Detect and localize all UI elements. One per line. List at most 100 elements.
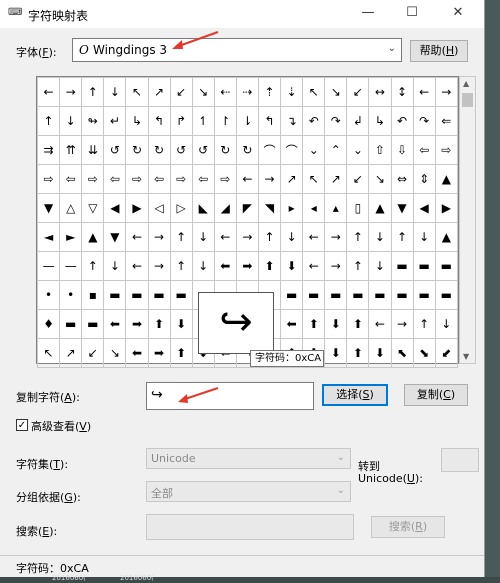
- character-cell[interactable]: ⇂: [235, 106, 259, 136]
- character-cell[interactable]: ↑: [81, 77, 105, 107]
- character-cell[interactable]: ↻: [213, 135, 237, 165]
- character-cell[interactable]: ↬: [81, 106, 105, 136]
- character-cell[interactable]: ▴: [324, 193, 348, 223]
- character-cell[interactable]: •: [36, 280, 61, 310]
- character-cell[interactable]: ↔: [368, 77, 392, 107]
- character-cell[interactable]: ▶: [125, 193, 149, 223]
- character-cell[interactable]: ▶: [434, 193, 459, 223]
- character-cell[interactable]: →: [434, 77, 459, 107]
- character-cell[interactable]: ⇢: [235, 77, 259, 107]
- character-cell[interactable]: ▬: [346, 280, 370, 310]
- character-cell[interactable]: ▬: [280, 280, 304, 310]
- character-cell[interactable]: ⇕: [412, 164, 436, 194]
- character-cell[interactable]: ▬: [125, 280, 149, 310]
- character-cell[interactable]: ▲: [368, 193, 392, 223]
- character-cell[interactable]: ⬇: [324, 338, 348, 368]
- character-cell[interactable]: ◥: [257, 193, 282, 223]
- character-cell[interactable]: ↓: [59, 106, 83, 136]
- character-cell[interactable]: ⌄: [346, 135, 370, 165]
- character-cell[interactable]: ◣: [191, 193, 215, 223]
- character-cell[interactable]: ◤: [235, 193, 259, 223]
- character-cell[interactable]: ←: [302, 251, 326, 281]
- select-button[interactable]: 选择(S): [322, 384, 388, 406]
- character-cell[interactable]: ▬: [103, 280, 127, 310]
- character-cell[interactable]: →: [59, 77, 83, 107]
- character-cell[interactable]: ⬇: [368, 338, 392, 368]
- character-cell[interactable]: ⬆: [257, 251, 282, 281]
- character-cell[interactable]: ↑: [390, 222, 414, 252]
- character-cell[interactable]: ⌄: [302, 135, 326, 165]
- maximize-button[interactable]: ☐: [390, 2, 434, 24]
- character-cell[interactable]: ↷: [412, 106, 436, 136]
- character-cell[interactable]: ◂: [302, 193, 326, 223]
- character-cell[interactable]: •: [59, 280, 83, 310]
- character-cell[interactable]: ↺: [191, 135, 215, 165]
- search-input[interactable]: [146, 514, 354, 540]
- advanced-view-checkbox[interactable]: ✓: [16, 419, 28, 431]
- character-cell[interactable]: ▬: [147, 280, 171, 310]
- character-cell[interactable]: ↶: [302, 106, 326, 136]
- character-cell[interactable]: ⇨: [125, 164, 149, 194]
- character-cell[interactable]: ▬: [59, 309, 83, 339]
- character-cell[interactable]: ⇉: [36, 135, 61, 165]
- character-cell[interactable]: ↱: [169, 106, 193, 136]
- character-cell[interactable]: ▬: [434, 251, 459, 281]
- character-cell[interactable]: ←: [125, 222, 149, 252]
- character-cell[interactable]: ▷: [169, 193, 193, 223]
- charset-select[interactable]: Unicode ⌄: [146, 448, 351, 469]
- close-button[interactable]: ✕: [436, 2, 480, 24]
- character-cell[interactable]: ⬇: [169, 309, 193, 339]
- character-cell[interactable]: ⌃: [324, 135, 348, 165]
- character-cell[interactable]: ➡: [235, 251, 259, 281]
- character-cell[interactable]: ▼: [103, 222, 127, 252]
- character-cell[interactable]: ↓: [368, 251, 392, 281]
- character-cell[interactable]: ↖: [125, 77, 149, 107]
- character-cell[interactable]: ⬉: [390, 338, 414, 368]
- character-cell[interactable]: ↑: [169, 251, 193, 281]
- character-cell[interactable]: ◄: [36, 222, 61, 252]
- character-cell[interactable]: ⇡: [257, 77, 282, 107]
- character-cell[interactable]: ↙: [346, 164, 370, 194]
- character-cell[interactable]: →: [147, 222, 171, 252]
- character-cell[interactable]: ▲: [434, 222, 459, 252]
- character-cell[interactable]: —: [59, 251, 83, 281]
- character-cell[interactable]: ↓: [191, 222, 215, 252]
- character-cell[interactable]: ↓: [412, 222, 436, 252]
- character-cell[interactable]: ↘: [324, 77, 348, 107]
- character-cell[interactable]: ⇨: [169, 164, 193, 194]
- character-cell[interactable]: ◀: [103, 193, 127, 223]
- character-cell[interactable]: →: [147, 251, 171, 281]
- character-cell[interactable]: ↘: [191, 77, 215, 107]
- character-cell[interactable]: ➡: [147, 338, 171, 368]
- character-cell[interactable]: ▬: [169, 280, 193, 310]
- character-cell[interactable]: →: [324, 251, 348, 281]
- character-cell[interactable]: ↗: [59, 338, 83, 368]
- character-cell[interactable]: ⇐: [434, 106, 459, 136]
- character-cell[interactable]: ↙: [346, 77, 370, 107]
- characters-to-copy-input[interactable]: ↪: [146, 382, 314, 410]
- character-cell[interactable]: ↓: [368, 222, 392, 252]
- character-cell[interactable]: ▼: [36, 193, 61, 223]
- character-cell[interactable]: ◀: [412, 193, 436, 223]
- group-by-select[interactable]: 全部 ⌄: [146, 481, 351, 502]
- character-cell[interactable]: ▬: [390, 251, 414, 281]
- search-button[interactable]: 搜索(R): [371, 516, 445, 538]
- character-cell[interactable]: ↴: [280, 106, 304, 136]
- character-cell[interactable]: ⬇: [324, 309, 348, 339]
- character-cell[interactable]: ♦: [36, 309, 61, 339]
- character-cell[interactable]: ←: [235, 164, 259, 194]
- character-cell[interactable]: ↖: [36, 338, 61, 368]
- font-select[interactable]: O Wingdings 3 ⌄: [72, 38, 402, 62]
- character-cell[interactable]: →: [390, 309, 414, 339]
- character-cell[interactable]: ←: [302, 222, 326, 252]
- character-cell[interactable]: ⬅: [125, 338, 149, 368]
- copy-button[interactable]: 复制(C): [404, 384, 468, 406]
- character-cell[interactable]: ↰: [147, 106, 171, 136]
- scroll-thumb[interactable]: [462, 93, 473, 107]
- character-cell[interactable]: ◢: [213, 193, 237, 223]
- character-cell[interactable]: ↓: [280, 222, 304, 252]
- character-cell[interactable]: ↻: [125, 135, 149, 165]
- character-cell[interactable]: ⇦: [103, 164, 127, 194]
- character-cell[interactable]: ⬇: [280, 251, 304, 281]
- character-cell[interactable]: ↓: [191, 251, 215, 281]
